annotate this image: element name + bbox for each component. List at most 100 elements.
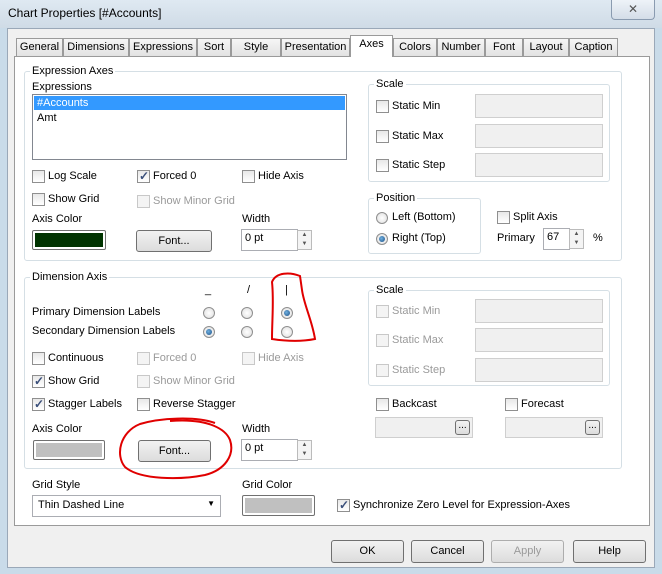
position-right-radio[interactable] — [376, 233, 388, 245]
static-step-checkbox[interactable] — [376, 159, 389, 172]
cancel-button[interactable]: Cancel — [411, 540, 484, 563]
split-axis-label: Split Axis — [513, 211, 558, 223]
tab-general[interactable]: General — [16, 38, 63, 56]
show-minor-grid-checkbox[interactable] — [137, 195, 150, 208]
static-max-checkbox[interactable] — [376, 130, 389, 143]
dim-width-input[interactable]: 0 pt — [241, 439, 298, 461]
split-axis-checkbox[interactable] — [497, 211, 510, 224]
static-min-label: Static Min — [392, 100, 441, 112]
tab-font[interactable]: Font — [485, 38, 523, 56]
apply-button[interactable]: Apply — [491, 540, 564, 563]
close-icon: ✕ — [627, 2, 639, 16]
tab-sort[interactable]: Sort — [197, 38, 231, 56]
primary-horizontal-radio[interactable] — [203, 307, 215, 319]
forecast-ellipsis-button[interactable]: ... — [585, 420, 600, 435]
orientation-diagonal-header: / — [247, 284, 251, 296]
expressions-label: Expressions — [32, 81, 92, 93]
dim-show-grid-label: Show Grid — [48, 375, 100, 387]
position-group — [368, 198, 481, 254]
dim-width-spinner[interactable]: ▲ ▼ — [297, 440, 312, 460]
tab-expressions[interactable]: Expressions — [129, 38, 197, 56]
grid-style-select[interactable]: Thin Dashed Line ▼ — [32, 495, 221, 517]
static-min-checkbox[interactable] — [376, 100, 389, 113]
dim-static-max-input[interactable] — [475, 328, 603, 352]
dim-show-minor-grid-label: Show Minor Grid — [153, 375, 235, 387]
grid-style-label: Grid Style — [32, 479, 81, 491]
show-grid-checkbox[interactable] — [32, 193, 45, 206]
dim-static-step-checkbox[interactable] — [376, 364, 389, 377]
dim-axis-color-label: Axis Color — [32, 423, 83, 435]
tab-caption[interactable]: Caption — [569, 38, 618, 56]
dim-font-button[interactable]: Font... — [138, 440, 211, 462]
static-max-input[interactable] — [475, 124, 603, 148]
width-spinner[interactable]: ▲ ▼ — [297, 230, 312, 250]
dim-show-minor-grid-checkbox[interactable] — [137, 375, 150, 388]
orientation-horizontal-header: _ — [205, 284, 212, 296]
ok-button[interactable]: OK — [331, 540, 404, 563]
hide-axis-checkbox[interactable] — [242, 170, 255, 183]
forecast-checkbox[interactable] — [505, 398, 518, 411]
expression-item-amt[interactable]: Amt — [33, 111, 346, 125]
dimension-axis-label: Dimension Axis — [30, 271, 110, 283]
position-left-radio[interactable] — [376, 212, 388, 224]
log-scale-label: Log Scale — [48, 170, 97, 182]
tab-number[interactable]: Number — [437, 38, 485, 56]
forced0-checkbox[interactable] — [137, 169, 150, 183]
continuous-checkbox[interactable] — [32, 352, 45, 365]
tab-presentation[interactable]: Presentation — [281, 38, 350, 56]
log-scale-checkbox[interactable] — [32, 170, 45, 183]
help-button[interactable]: Help — [573, 540, 646, 563]
font-button[interactable]: Font... — [136, 230, 212, 252]
grid-color-button[interactable] — [242, 495, 315, 516]
primary-percent-input[interactable]: 67 — [543, 228, 570, 250]
dim-static-min-input[interactable] — [475, 299, 603, 323]
dim-static-step-input[interactable] — [475, 358, 603, 382]
primary-diagonal-radio[interactable] — [241, 307, 253, 319]
expressions-list[interactable]: #Accounts Amt — [32, 94, 347, 160]
dim-forced0-checkbox[interactable] — [137, 352, 150, 365]
sync-zero-label: Synchronize Zero Level for Expression-Ax… — [353, 499, 571, 511]
tab-dimensions[interactable]: Dimensions — [63, 38, 129, 56]
close-button[interactable]: ✕ — [611, 0, 655, 20]
reverse-stagger-checkbox[interactable] — [137, 398, 150, 411]
hide-axis-label: Hide Axis — [258, 170, 304, 182]
dim-forced0-label: Forced 0 — [153, 352, 197, 364]
secondary-vertical-radio[interactable] — [281, 326, 293, 338]
dim-axis-color-button[interactable] — [33, 440, 105, 460]
dim-axis-color-swatch — [36, 443, 102, 457]
axis-color-button[interactable] — [32, 230, 106, 250]
stagger-labels-label: Stagger Labels — [48, 398, 122, 410]
static-max-label: Static Max — [392, 130, 444, 142]
primary-vertical-radio[interactable] — [281, 307, 293, 319]
backcast-checkbox[interactable] — [376, 398, 389, 411]
secondary-diagonal-radio[interactable] — [241, 326, 253, 338]
tab-axes[interactable]: Axes — [350, 35, 393, 57]
width-input[interactable]: 0 pt — [241, 229, 298, 251]
width-label: Width — [242, 213, 271, 225]
dim-hide-axis-checkbox[interactable] — [242, 352, 255, 365]
secondary-dimension-labels-label: Secondary Dimension Labels — [32, 325, 176, 337]
expression-item-accounts[interactable]: #Accounts — [34, 96, 345, 110]
position-right-label: Right (Top) — [392, 232, 446, 244]
static-min-input[interactable] — [475, 94, 603, 118]
sync-zero-checkbox[interactable] — [337, 498, 350, 512]
dim-static-step-label: Static Step — [392, 364, 446, 376]
window-title: Chart Properties [#Accounts] — [8, 6, 162, 20]
stagger-labels-checkbox[interactable] — [32, 397, 45, 411]
tab-colors[interactable]: Colors — [393, 38, 437, 56]
position-label: Position — [374, 192, 418, 204]
grid-color-label: Grid Color — [242, 479, 293, 491]
dim-static-max-checkbox[interactable] — [376, 334, 389, 347]
static-step-input[interactable] — [475, 153, 603, 177]
backcast-ellipsis-button[interactable]: ... — [455, 420, 470, 435]
tab-style[interactable]: Style — [231, 38, 281, 56]
tab-layout[interactable]: Layout — [523, 38, 569, 56]
primary-spinner[interactable]: ▲ ▼ — [569, 229, 584, 249]
dim-show-grid-checkbox[interactable] — [32, 374, 45, 388]
show-minor-grid-label: Show Minor Grid — [153, 195, 235, 207]
chevron-down-icon: ▼ — [207, 499, 215, 508]
secondary-horizontal-radio[interactable] — [203, 326, 215, 338]
dim-static-min-checkbox[interactable] — [376, 305, 389, 318]
dim-static-max-label: Static Max — [392, 334, 444, 346]
reverse-stagger-label: Reverse Stagger — [153, 398, 236, 410]
